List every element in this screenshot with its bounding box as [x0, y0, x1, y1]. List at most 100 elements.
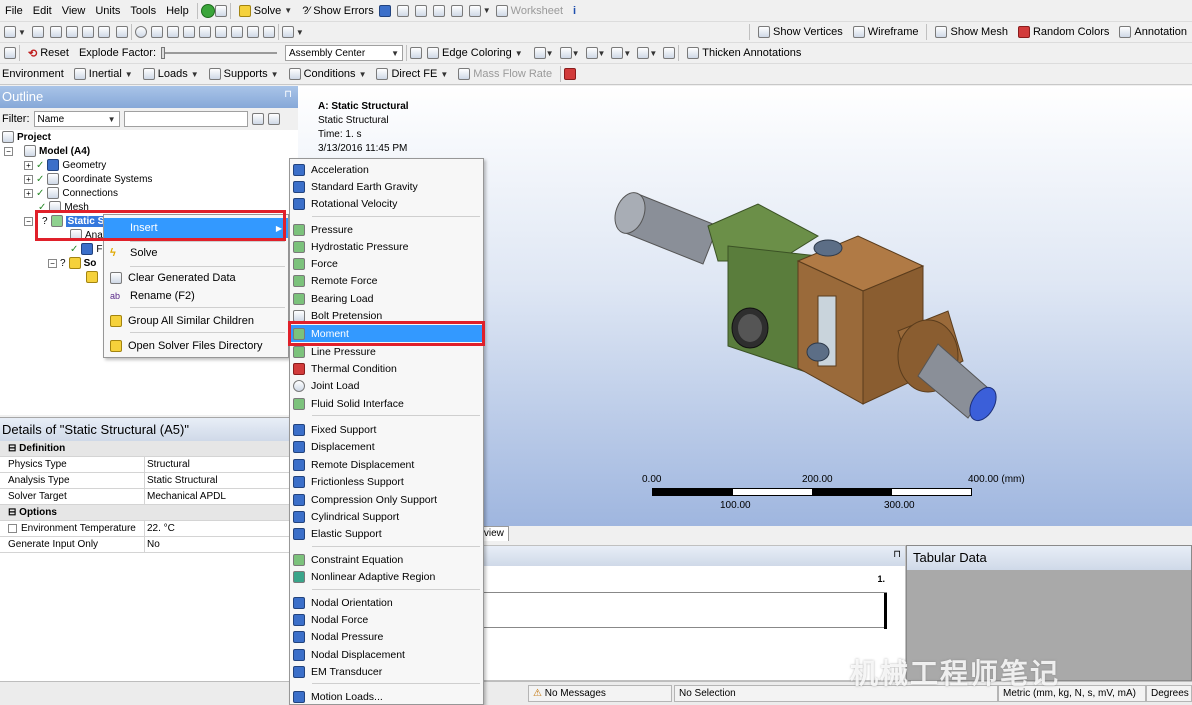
- tree-item-model[interactable]: − Model (A4): [4, 144, 90, 158]
- thicken-annotations-button[interactable]: Thicken Annotations: [682, 43, 806, 63]
- show-errors-button[interactable]: ?⁄ Show Errors: [297, 1, 379, 21]
- submenu-item-force[interactable]: Force: [290, 255, 483, 272]
- graph-icon[interactable]: [214, 4, 227, 17]
- next-view-icon[interactable]: [246, 26, 259, 38]
- menu-item-insert[interactable]: Insert ▶: [104, 218, 288, 238]
- pin-icon[interactable]: ⊓: [893, 549, 901, 560]
- document-icon[interactable]: [396, 4, 409, 17]
- graph-area[interactable]: [483, 592, 887, 629]
- tree-item-mesh[interactable]: ✓ Mesh: [38, 200, 89, 214]
- vertex-select-icon[interactable]: [49, 26, 62, 38]
- submenu-item-moment[interactable]: Moment: [290, 325, 483, 342]
- menu-item-rename[interactable]: ab Rename (F2): [104, 286, 288, 306]
- menu-item-group-all-similar-children[interactable]: Group All Similar Children: [104, 311, 288, 331]
- table-icon[interactable]: [378, 4, 391, 17]
- detail-row-generate-input-only[interactable]: Generate Input Only No: [0, 537, 298, 553]
- submenu-item-thermal-condition[interactable]: Thermal Condition: [290, 360, 483, 377]
- chevron-down-icon[interactable]: ▼: [623, 49, 631, 58]
- submenu-item-nonlinear-adaptive-region[interactable]: Nonlinear Adaptive Region: [290, 568, 483, 585]
- rotate-icon[interactable]: [134, 26, 147, 38]
- menu-units[interactable]: Units: [90, 5, 125, 17]
- submenu-item-nodal-pressure[interactable]: Nodal Pressure: [290, 628, 483, 645]
- reset-button[interactable]: ⟲ Reset: [23, 43, 74, 63]
- commands-icon[interactable]: [564, 68, 577, 80]
- fit-icon[interactable]: [198, 26, 211, 38]
- iso-view-icon[interactable]: [262, 26, 275, 38]
- edge-display-icon-2[interactable]: [559, 47, 572, 59]
- edge-display-icon-3[interactable]: [585, 47, 598, 59]
- extend-select-icon[interactable]: [115, 26, 128, 38]
- window-icon[interactable]: [281, 26, 294, 38]
- submenu-item-bolt-pretension[interactable]: Bolt Pretension: [290, 307, 483, 324]
- show-mesh-button[interactable]: Show Mesh: [930, 22, 1012, 42]
- graphics-icon[interactable]: [410, 47, 423, 59]
- menu-view[interactable]: View: [57, 5, 91, 17]
- pan-icon[interactable]: [150, 26, 163, 38]
- edge-display-icon-4[interactable]: [611, 47, 624, 59]
- magnifier-icon[interactable]: [214, 26, 227, 38]
- submenu-item-joint-load[interactable]: Joint Load: [290, 377, 483, 394]
- pointer-icon[interactable]: [31, 26, 44, 38]
- supports-button[interactable]: Supports ▼: [204, 64, 284, 84]
- text-icon[interactable]: [450, 4, 463, 17]
- previous-view-icon[interactable]: [230, 26, 243, 38]
- submenu-item-remote-force[interactable]: Remote Force: [290, 272, 483, 289]
- tree-item-solution[interactable]: − ? So: [48, 256, 96, 270]
- submenu-item-frictionless-support[interactable]: Frictionless Support: [290, 473, 483, 490]
- chevron-down-icon[interactable]: ▼: [572, 49, 580, 58]
- status-messages[interactable]: ⚠ No Messages: [528, 685, 672, 702]
- submenu-item-fixed-support[interactable]: Fixed Support: [290, 421, 483, 438]
- box-zoom-icon[interactable]: [182, 26, 195, 38]
- select-icon[interactable]: [4, 26, 16, 38]
- tree-item-static-structural[interactable]: − ? Static S: [24, 214, 107, 228]
- comment-icon[interactable]: [414, 4, 427, 17]
- mass-flow-rate-button[interactable]: Mass Flow Rate: [453, 64, 557, 84]
- tree-item-analysis-settings[interactable]: Ana: [70, 228, 103, 242]
- chevron-down-icon[interactable]: ▼: [483, 6, 491, 15]
- tools-icon[interactable]: [4, 47, 16, 59]
- collapse-toggle[interactable]: −: [24, 216, 33, 226]
- submenu-item-motion-loads[interactable]: Motion Loads...: [290, 688, 483, 705]
- submenu-item-compression-only-support[interactable]: Compression Only Support: [290, 491, 483, 508]
- submenu-item-fluid-solid-interface[interactable]: Fluid Solid Interface: [290, 395, 483, 412]
- refresh-icon[interactable]: [251, 113, 264, 125]
- chevron-down-icon[interactable]: ▼: [296, 28, 304, 37]
- face-select-icon[interactable]: [81, 26, 94, 38]
- chevron-down-icon[interactable]: ▼: [18, 28, 26, 37]
- detail-row-solver-target[interactable]: Solver Target Mechanical APDL: [0, 489, 298, 505]
- pin-icon[interactable]: ⊓: [284, 89, 292, 100]
- loads-button[interactable]: Loads ▼: [138, 64, 204, 84]
- camera-icon[interactable]: [468, 4, 481, 17]
- chevron-down-icon[interactable]: ▼: [649, 49, 657, 58]
- inertial-button[interactable]: Inertial ▼: [69, 64, 138, 84]
- edge-display-icon-5[interactable]: [637, 47, 650, 59]
- chevron-down-icon[interactable]: ▼: [598, 49, 606, 58]
- submenu-item-constraint-equation[interactable]: Constraint Equation: [290, 551, 483, 568]
- submenu-item-pressure[interactable]: Pressure: [290, 221, 483, 238]
- conditions-button[interactable]: Conditions ▼: [284, 64, 372, 84]
- check-icon[interactable]: [200, 3, 215, 18]
- direct-fe-button[interactable]: Direct FE ▼: [371, 64, 453, 84]
- tree-item-project[interactable]: Project: [2, 130, 51, 144]
- menu-item-solve[interactable]: ϟ Solve: [104, 243, 288, 263]
- show-vertices-button[interactable]: Show Vertices: [753, 22, 848, 42]
- submenu-item-hydrostatic-pressure[interactable]: Hydrostatic Pressure: [290, 238, 483, 255]
- expand-toggle[interactable]: +: [24, 188, 33, 198]
- body-select-icon[interactable]: [97, 26, 110, 38]
- submenu-item-rotational-velocity[interactable]: Rotational Velocity: [290, 195, 483, 212]
- menu-item-clear-generated-data[interactable]: Clear Generated Data: [104, 268, 288, 288]
- expand-toggle[interactable]: +: [24, 174, 33, 184]
- submenu-item-remote-displacement[interactable]: Remote Displacement: [290, 456, 483, 473]
- parameter-checkbox[interactable]: [8, 523, 17, 533]
- expand-toggle[interactable]: +: [24, 160, 33, 170]
- detail-row-physics-type[interactable]: Physics Type Structural: [0, 457, 298, 473]
- wireframe-button[interactable]: Wireframe: [848, 22, 924, 42]
- edge-direction-icon[interactable]: [663, 47, 676, 59]
- menu-item-open-solver-files-directory[interactable]: Open Solver Files Directory: [104, 336, 288, 356]
- assembly-center-select[interactable]: Assembly Center ▼: [285, 45, 404, 61]
- submenu-item-nodal-orientation[interactable]: Nodal Orientation: [290, 594, 483, 611]
- help-pointer-button[interactable]: i: [568, 1, 581, 21]
- annotation-button[interactable]: Annotation: [1114, 22, 1192, 42]
- submenu-item-line-pressure[interactable]: Line Pressure: [290, 343, 483, 360]
- submenu-item-standard-earth-gravity[interactable]: Standard Earth Gravity: [290, 178, 483, 195]
